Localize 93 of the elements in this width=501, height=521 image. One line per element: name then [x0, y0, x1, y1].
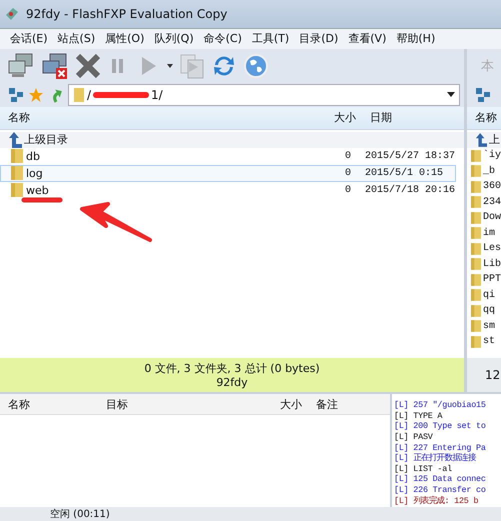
- file-row[interactable]: db 0 2015/5/27 18:37: [0, 148, 456, 165]
- file-name: Les: [483, 243, 501, 254]
- site-name: 92fdy: [216, 376, 248, 390]
- folder-icon: [471, 226, 481, 240]
- menu-item[interactable]: 查看(V): [348, 31, 386, 46]
- folder-icon: [471, 288, 481, 302]
- up-arrow-icon: [8, 132, 22, 148]
- dropdown-icon[interactable]: [447, 92, 455, 98]
- folder-icon: [471, 180, 481, 194]
- menu-item[interactable]: 属性(O): [105, 31, 144, 46]
- menu-item[interactable]: 队列(Q): [154, 31, 194, 46]
- status-text: 0 文件, 3 文件夹, 3 总计 (0 bytes): [144, 361, 320, 376]
- file-date: 2015/7/18 20:16: [364, 184, 455, 196]
- file-size: 0: [344, 150, 352, 162]
- file-row[interactable]: log 0 2015/5/1 0:15: [0, 164, 456, 182]
- folder-icon: [471, 148, 481, 163]
- file-name: Dow: [483, 212, 501, 224]
- arrow-mark: [80, 202, 152, 242]
- file-name: qi: [483, 290, 496, 301]
- column-header[interactable]: 大小: [206, 396, 308, 412]
- folder-icon: [11, 149, 23, 164]
- folder-icon: [471, 334, 481, 349]
- file-name: PPT: [483, 274, 501, 286]
- parent-directory-label: 上: [489, 132, 500, 148]
- column-header[interactable]: 日期: [364, 110, 464, 126]
- sites-icon[interactable]: [8, 86, 24, 103]
- disconnect-icon[interactable]: [40, 52, 70, 80]
- file-name: 234: [483, 196, 501, 208]
- log-line: [L] 列表完成: 125 b: [393, 496, 480, 506]
- log-line: [L] 125 Data connec: [393, 474, 487, 485]
- folder-icon: [471, 272, 481, 287]
- file-size: 0: [344, 168, 352, 179]
- menu-item[interactable]: 工具(T): [252, 31, 290, 46]
- menu-item[interactable]: 命令(C): [204, 31, 242, 46]
- file-name: 360: [483, 181, 501, 192]
- folder-icon: [471, 257, 481, 272]
- globe-icon[interactable]: [242, 52, 270, 80]
- panel-title: 本: [481, 58, 494, 75]
- folder-icon: [471, 319, 481, 334]
- file-name: im: [483, 228, 496, 239]
- log-line: [L] PASV: [393, 432, 434, 443]
- path-field[interactable]: / 1/: [68, 84, 460, 106]
- column-header[interactable]: 备注: [308, 396, 390, 412]
- file-name: web: [26, 184, 49, 197]
- column-header[interactable]: 名称: [0, 396, 98, 412]
- path-text: 1/: [151, 88, 163, 102]
- sites-icon[interactable]: [475, 86, 491, 103]
- file-date: 2015/5/27 18:37: [364, 150, 455, 162]
- log-line: [L] 200 Type set to: [393, 421, 487, 432]
- folder-icon: [471, 210, 481, 225]
- file-date: 2015/5/1 0:15: [364, 168, 444, 179]
- log-line: [L] LIST -al: [393, 464, 453, 474]
- status-text: 12: [485, 368, 500, 382]
- folder-icon: [471, 242, 481, 256]
- folder-icon: [471, 195, 481, 210]
- status-text: 空闲 (00:11): [50, 508, 110, 521]
- parent-directory-label: 上级目录: [24, 132, 68, 148]
- column-header[interactable]: 大小: [298, 110, 364, 126]
- file-name: Lib: [483, 258, 501, 270]
- file-name: log: [26, 166, 43, 180]
- log-line: [L] 257 "/guobiao15: [393, 400, 487, 411]
- folder-icon: [471, 164, 481, 178]
- folder-icon: [73, 86, 85, 103]
- log-line: [L] 227 Entering Pa: [393, 442, 487, 453]
- menu-item[interactable]: 目录(D): [299, 31, 338, 46]
- file-row[interactable]: web 0 2015/7/18 20:16: [0, 182, 456, 199]
- menu-item[interactable]: 站点(S): [58, 31, 96, 46]
- folder-icon: [11, 183, 23, 198]
- file-name: st: [483, 336, 496, 348]
- file-name: qq: [483, 305, 496, 316]
- path-text: /: [87, 88, 92, 102]
- file-name: `iy: [483, 150, 501, 162]
- parent-directory-row[interactable]: 上级目录: [0, 132, 464, 148]
- file-name: sm: [483, 320, 496, 332]
- log-line: [L] TYPE A: [393, 410, 444, 422]
- menu-item[interactable]: 会话(E): [10, 31, 48, 46]
- log-line: [L] 正在打开数据连接: [393, 453, 478, 464]
- up-arrow-icon: [475, 132, 487, 148]
- window-title: 92fdy - FlashFXP Evaluation Copy: [26, 6, 228, 21]
- underline-mark: [22, 198, 62, 202]
- menu-item[interactable]: 帮助(H): [396, 31, 436, 46]
- folder-icon: [11, 166, 23, 180]
- file-name: db: [26, 150, 40, 163]
- log-line: [L] 226 Transfer co: [393, 484, 487, 496]
- abort-icon[interactable]: [74, 52, 102, 80]
- column-header[interactable]: 目标: [98, 396, 206, 412]
- column-header[interactable]: 名称: [0, 110, 298, 126]
- file-name: _b: [483, 166, 496, 177]
- star-icon[interactable]: [28, 86, 44, 103]
- file-size: 0: [344, 184, 352, 196]
- app-icon: [4, 6, 20, 22]
- folder-icon: [471, 304, 481, 318]
- redaction-mark: [93, 90, 150, 99]
